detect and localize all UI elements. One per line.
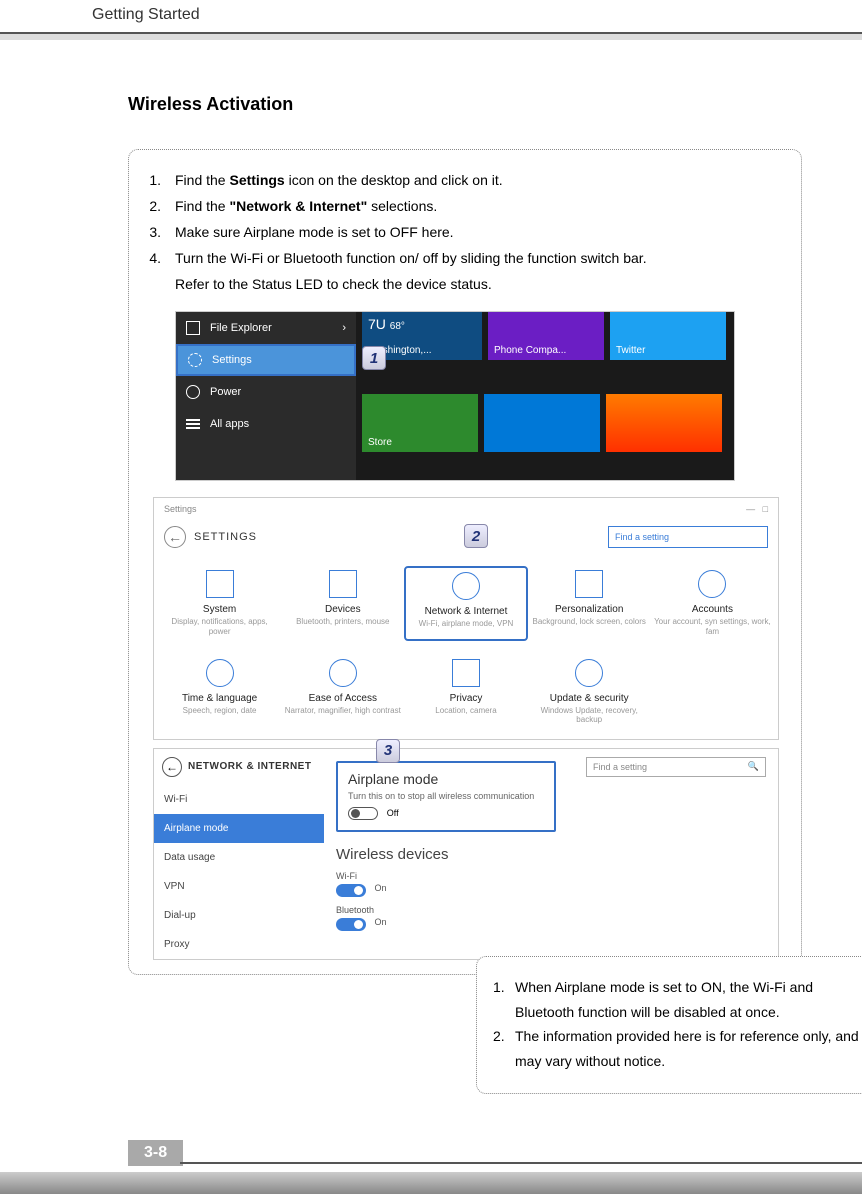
wifi-state: On xyxy=(375,883,387,893)
bluetooth-state: On xyxy=(375,917,387,927)
window-tab: Settings xyxy=(164,504,197,514)
airplane-toggle[interactable] xyxy=(348,807,378,820)
section-title: Wireless Activation xyxy=(128,94,802,115)
tile-store[interactable]: Store xyxy=(362,394,478,452)
power-icon xyxy=(186,385,200,399)
nav-airplane[interactable]: Airplane mode xyxy=(154,814,324,843)
display-icon xyxy=(206,570,234,598)
tile-mail[interactable] xyxy=(484,394,600,452)
airplane-state: Off xyxy=(387,808,399,818)
search-icon: 🔍 xyxy=(748,761,759,772)
divider xyxy=(180,1162,862,1164)
back-button[interactable]: ← xyxy=(164,526,186,548)
tile-candy[interactable] xyxy=(606,394,722,452)
settings-privacy[interactable]: PrivacyLocation, camera xyxy=(404,655,527,729)
instruction-box: 1.Find the Settings icon on the desktop … xyxy=(128,149,802,975)
settings-update[interactable]: Update & securityWindows Update, recover… xyxy=(528,655,651,729)
step-num: 4. xyxy=(141,246,175,272)
step-text: Make sure Airplane mode is set to OFF he… xyxy=(175,220,789,246)
settings-devices[interactable]: DevicesBluetooth, printers, mouse xyxy=(281,566,404,640)
settings-ease[interactable]: Ease of AccessNarrator, magnifier, high … xyxy=(281,655,404,729)
file-explorer-icon xyxy=(186,321,200,335)
nav-vpn[interactable]: VPN xyxy=(154,872,324,901)
nav-wifi[interactable]: Wi-Fi xyxy=(154,785,324,814)
chevron-right-icon: › xyxy=(342,322,346,334)
settings-system[interactable]: SystemDisplay, notifications, apps, powe… xyxy=(158,566,281,640)
step-text: Find the "Network & Internet" selections… xyxy=(175,194,789,220)
back-button[interactable]: ← xyxy=(162,757,182,777)
wifi-label: Wi-Fi xyxy=(336,871,766,881)
nav-dialup[interactable]: Dial-up xyxy=(154,901,324,930)
note-text: When Airplane mode is set to ON, the Wi-… xyxy=(515,975,862,1024)
settings-accounts[interactable]: AccountsYour account, syn settings, work… xyxy=(651,566,774,640)
menu-power[interactable]: Power xyxy=(176,376,356,408)
ease-icon xyxy=(329,659,357,687)
wifi-toggle[interactable] xyxy=(336,884,366,897)
note-num: 1. xyxy=(493,975,515,1024)
page-header: Getting Started xyxy=(0,0,862,28)
devices-icon xyxy=(329,570,357,598)
step-text: Find the Settings icon on the desktop an… xyxy=(175,168,789,194)
screenshot-settings: Settings— □ ← SETTINGS Find a setting Sy… xyxy=(153,497,779,739)
step-num: 2. xyxy=(141,194,175,220)
globe-icon xyxy=(452,572,480,600)
bluetooth-label: Bluetooth xyxy=(336,905,766,915)
note-text: The information provided here is for ref… xyxy=(515,1024,862,1073)
callout-1: 1 xyxy=(362,346,386,370)
step-num: 3. xyxy=(141,220,175,246)
notes-box: 1.When Airplane mode is set to ON, the W… xyxy=(476,956,862,1094)
settings-personalization[interactable]: PersonalizationBackground, lock screen, … xyxy=(528,566,651,640)
screenshot-start-menu: File Explorer› Settings Power All apps 7… xyxy=(175,311,735,481)
nav-data[interactable]: Data usage xyxy=(154,843,324,872)
tile-twitter[interactable]: Twitter xyxy=(610,312,726,360)
settings-network[interactable]: Network & InternetWi-Fi, airplane mode, … xyxy=(404,566,527,640)
footer-bar xyxy=(0,1172,862,1194)
page-number: 3-8 xyxy=(128,1140,183,1166)
tile-phone[interactable]: Phone Compa... xyxy=(488,312,604,360)
step-text: Turn the Wi-Fi or Bluetooth function on/… xyxy=(175,246,789,272)
list-icon xyxy=(186,417,200,431)
bluetooth-toggle[interactable] xyxy=(336,918,366,931)
chapter-title: Getting Started xyxy=(92,6,200,23)
step-text: Refer to the Status LED to check the dev… xyxy=(175,272,789,298)
search-input[interactable]: Find a setting🔍 xyxy=(586,757,766,777)
airplane-desc: Turn this on to stop all wireless commun… xyxy=(348,791,544,801)
menu-all-apps[interactable]: All apps xyxy=(176,408,356,440)
wireless-devices-heading: Wireless devices xyxy=(336,846,766,863)
menu-settings[interactable]: Settings xyxy=(176,344,356,376)
screenshot-network: ← NETWORK & INTERNET Wi-Fi Airplane mode … xyxy=(153,748,779,960)
network-title: NETWORK & INTERNET xyxy=(188,761,311,772)
settings-title: SETTINGS xyxy=(194,531,257,543)
menu-file-explorer[interactable]: File Explorer› xyxy=(176,312,356,344)
person-icon xyxy=(698,570,726,598)
airplane-mode-panel: Airplane mode Turn this on to stop all w… xyxy=(336,761,556,832)
gear-icon xyxy=(188,353,202,367)
step-num: 1. xyxy=(141,168,175,194)
personalization-icon xyxy=(575,570,603,598)
lock-icon xyxy=(452,659,480,687)
note-num: 2. xyxy=(493,1024,515,1073)
update-icon xyxy=(575,659,603,687)
callout-2: 2 xyxy=(464,524,488,548)
callout-3: 3 xyxy=(376,739,400,763)
settings-time[interactable]: Time & languageSpeech, region, date xyxy=(158,655,281,729)
airplane-heading: Airplane mode xyxy=(348,771,544,787)
clock-icon xyxy=(206,659,234,687)
nav-proxy[interactable]: Proxy xyxy=(154,930,324,959)
search-input[interactable]: Find a setting xyxy=(608,526,768,548)
